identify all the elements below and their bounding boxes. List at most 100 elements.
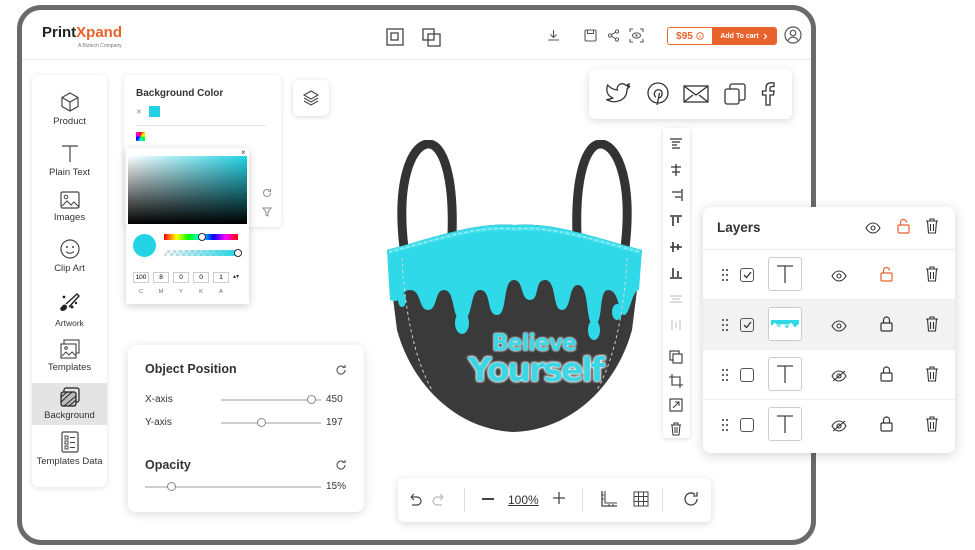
layer-row[interactable] (703, 299, 955, 349)
cmyk-m-input[interactable]: 8 (153, 272, 169, 283)
pinterest-icon[interactable] (647, 82, 669, 106)
cmyk-y-input[interactable]: 0 (173, 272, 189, 283)
trash-icon[interactable] (925, 366, 939, 387)
copy-icon[interactable] (724, 83, 746, 105)
zoom-level[interactable]: 100% (508, 493, 539, 507)
twitter-icon[interactable] (606, 83, 632, 105)
front-view-icon[interactable] (386, 28, 404, 46)
delete-icon[interactable] (669, 422, 683, 441)
trash-icon[interactable] (925, 316, 939, 337)
lock-icon[interactable] (880, 316, 893, 337)
trash-icon[interactable] (925, 218, 939, 239)
cmyk-k-input[interactable]: 0 (193, 272, 209, 283)
ruler-icon[interactable] (600, 490, 618, 513)
opacity-value[interactable]: 15% (326, 481, 346, 492)
y-axis-knob[interactable] (256, 418, 266, 427)
stepper-icon[interactable]: ▴▾ (233, 272, 239, 283)
hue-knob[interactable] (197, 233, 206, 241)
eye-icon[interactable] (865, 221, 881, 239)
reset-canvas-icon[interactable] (682, 490, 700, 513)
sidebar-item-images[interactable]: Images (32, 191, 107, 223)
x-axis-value[interactable]: 450 (326, 394, 343, 405)
design-text-line2[interactable]: Yourself (468, 350, 605, 389)
align-middle-icon[interactable] (669, 240, 683, 258)
preview-icon[interactable] (629, 28, 644, 43)
reset-icon[interactable] (262, 185, 272, 203)
align-bottom-icon[interactable] (669, 266, 683, 284)
eye-icon[interactable] (831, 269, 847, 287)
sidebar-item-templates[interactable]: Templates (32, 339, 107, 373)
cmyk-c-input[interactable]: 100 (133, 272, 149, 283)
x-axis-slider[interactable] (221, 395, 321, 404)
distribute-v-icon[interactable] (669, 318, 683, 336)
drag-handle-icon[interactable] (721, 318, 729, 337)
email-icon[interactable] (683, 85, 710, 103)
layer-checkbox[interactable] (740, 268, 754, 282)
layer-row[interactable] (703, 399, 955, 449)
alpha-slider[interactable] (164, 249, 242, 257)
drag-handle-icon[interactable] (721, 418, 729, 437)
eye-icon[interactable] (831, 319, 847, 337)
resize-icon[interactable] (669, 398, 683, 417)
opacity-knob[interactable] (166, 482, 176, 491)
add-to-cart-button[interactable]: Add To cart (712, 28, 776, 44)
product-canvas[interactable] (382, 139, 647, 450)
zoom-out-icon[interactable] (482, 498, 494, 500)
alpha-knob[interactable] (233, 249, 242, 257)
x-axis-knob[interactable] (306, 395, 316, 404)
cmyk-a-input[interactable]: 1 (213, 272, 229, 283)
layer-checkbox[interactable] (740, 318, 754, 332)
reset-position-icon[interactable] (335, 363, 347, 381)
user-icon[interactable] (784, 26, 802, 49)
opacity-slider[interactable] (145, 482, 321, 491)
lock-icon[interactable] (880, 366, 893, 387)
sidebar-item-artwork[interactable]: Artwork (32, 291, 107, 329)
eye-off-icon[interactable] (831, 369, 847, 387)
undo-icon[interactable] (407, 492, 422, 512)
sidebar-item-background[interactable]: Background (32, 383, 107, 425)
align-center-h-icon[interactable] (669, 163, 683, 181)
layer-checkbox[interactable] (740, 418, 754, 432)
align-top-icon[interactable] (669, 137, 683, 155)
custom-color-icon[interactable] (136, 132, 145, 141)
color-swatch[interactable] (149, 106, 160, 117)
align-top-edge-icon[interactable] (669, 214, 683, 232)
layer-row[interactable] (703, 349, 955, 399)
sidebar-item-plain-text[interactable]: Plain Text (32, 142, 107, 178)
y-axis-value[interactable]: 197 (326, 417, 343, 428)
sidebar-item-clip-art[interactable]: Clip Art (32, 238, 107, 274)
distribute-h-icon[interactable] (669, 292, 683, 310)
reset-opacity-icon[interactable] (335, 458, 347, 476)
crop-icon[interactable] (669, 374, 683, 393)
save-icon[interactable] (584, 29, 597, 42)
trash-icon[interactable] (925, 416, 939, 437)
align-right-icon[interactable] (669, 188, 683, 206)
grid-icon[interactable] (633, 491, 649, 512)
price-display[interactable]: $95 (668, 28, 712, 44)
layers-toggle-button[interactable] (293, 80, 329, 116)
sidebar-item-product[interactable]: Product (32, 91, 107, 127)
layer-row[interactable] (703, 249, 955, 299)
lock-icon[interactable] (880, 416, 893, 437)
duplicate-icon[interactable] (669, 350, 683, 369)
drag-handle-icon[interactable] (721, 268, 729, 287)
filter-icon[interactable] (262, 204, 272, 222)
redo-icon[interactable] (432, 492, 447, 512)
clear-color-icon[interactable]: ✕ (136, 108, 142, 116)
layer-checkbox[interactable] (740, 368, 754, 382)
trash-icon[interactable] (925, 266, 939, 287)
brand-logo[interactable]: PrintXpand (42, 24, 122, 41)
eye-off-icon[interactable] (831, 419, 847, 437)
zoom-in-icon[interactable] (552, 491, 566, 510)
download-icon[interactable] (547, 29, 560, 42)
drag-handle-icon[interactable] (721, 368, 729, 387)
share-icon[interactable] (607, 29, 620, 42)
close-icon[interactable]: × (241, 148, 246, 157)
hue-slider[interactable] (164, 233, 238, 241)
saturation-area[interactable] (128, 156, 247, 224)
unlock-icon[interactable] (880, 266, 893, 287)
back-view-icon[interactable] (422, 28, 441, 47)
facebook-icon[interactable] (761, 82, 775, 106)
y-axis-slider[interactable] (221, 418, 321, 427)
sidebar-item-templates-data[interactable]: Templates Data (32, 431, 107, 467)
